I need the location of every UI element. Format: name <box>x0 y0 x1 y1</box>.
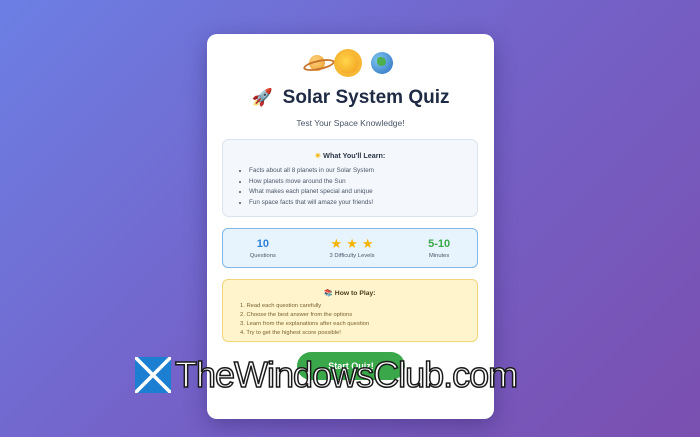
watermark-text: TheWindowsClub.com <box>174 353 519 396</box>
sun-icon <box>336 52 359 74</box>
learn-panel: ☀ What You'll Learn: Facts about all 8 p… <box>222 139 478 217</box>
star-icon: ★ <box>346 236 358 251</box>
howto-heading: 📚 How to Play: <box>324 290 376 297</box>
saturn-icon <box>308 55 325 71</box>
page-title: 🚀 Solar System Quiz <box>207 87 494 109</box>
list-item: 1. Read each question carefully <box>240 303 322 309</box>
stat-questions: 10 Questions <box>250 238 276 259</box>
stat-minutes: 5-10 Minutes <box>428 238 450 259</box>
stat-label: Questions <box>249 252 276 259</box>
stat-value: 5-10 <box>428 237 451 250</box>
stat-label: Minutes <box>428 252 450 259</box>
list-item: Facts about all 8 planets in our Solar S… <box>249 166 477 177</box>
stat-value: 10 <box>256 237 269 250</box>
howto-list: 1. Read each question carefully 2. Choos… <box>240 302 477 338</box>
list-item: What makes each planet special and uniqu… <box>249 187 477 198</box>
sun-small-icon: ☀ <box>314 151 322 160</box>
watermark: TheWindowsClub.com <box>135 353 519 396</box>
how-to-play-panel: 📚 How to Play: 1. Read each question car… <box>222 279 478 342</box>
list-item: 4. Try to get the highest score possible… <box>240 330 341 336</box>
star-icon: ★ <box>330 236 343 251</box>
stat-difficulty: ★ ★ ★ 3 Difficulty Levels <box>330 237 375 259</box>
list-item: 2. Choose the best answer from the optio… <box>240 312 353 318</box>
windows-logo-icon <box>135 357 171 393</box>
title-text: Solar System Quiz <box>282 87 450 108</box>
list-item: 3. Learn from the explanations after eac… <box>240 321 370 327</box>
list-item: How planets move around the Sun <box>249 177 477 188</box>
rocket-icon: 🚀 <box>251 88 273 107</box>
earth-icon <box>370 52 393 74</box>
stats-panel: 10 Questions ★ ★ ★ 3 Difficulty Levels 5… <box>222 228 478 268</box>
planet-icons <box>207 52 494 74</box>
learn-heading: ☀ What You'll Learn: <box>314 151 386 160</box>
stat-label: 3 Difficulty Levels <box>329 253 375 259</box>
book-icon: 📚 <box>324 290 333 297</box>
list-item: Fun space facts that will amaze your fri… <box>249 198 477 209</box>
page-subtitle: Test Your Space Knowledge! <box>296 118 405 128</box>
learn-list: Facts about all 8 planets in our Solar S… <box>249 166 477 208</box>
difficulty-stars: ★ ★ ★ <box>330 237 375 250</box>
star-icon: ★ <box>361 236 374 251</box>
